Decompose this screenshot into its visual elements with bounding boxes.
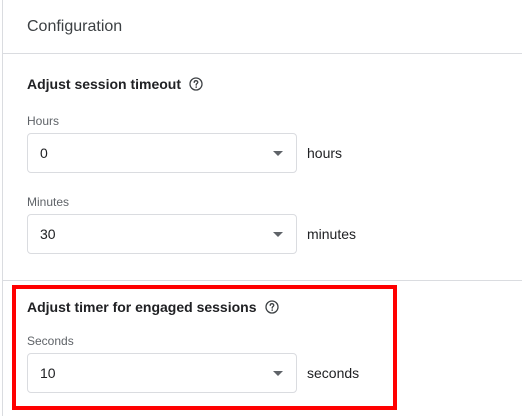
seconds-row: 10 seconds bbox=[27, 353, 522, 393]
hours-select[interactable]: 0 bbox=[27, 133, 297, 173]
engaged-timer-section: Adjust timer for engaged sessions Second… bbox=[27, 297, 522, 393]
hours-row: 0 hours bbox=[27, 133, 522, 173]
help-circle-icon[interactable] bbox=[264, 300, 279, 314]
hours-unit: hours bbox=[307, 145, 343, 161]
session-timeout-title: Adjust session timeout bbox=[27, 76, 182, 92]
minutes-label: Minutes bbox=[27, 195, 70, 209]
help-circle-icon[interactable] bbox=[189, 77, 203, 91]
hours-select-value: 0 bbox=[40, 145, 48, 161]
minutes-select-value: 30 bbox=[40, 226, 56, 242]
seconds-unit: seconds bbox=[307, 365, 360, 381]
section-divider bbox=[3, 280, 522, 281]
seconds-select[interactable]: 10 bbox=[27, 353, 297, 393]
page: Configuration Adjust session timeout Hou… bbox=[0, 0, 522, 416]
seconds-select-value: 10 bbox=[40, 365, 56, 381]
minutes-unit: minutes bbox=[307, 226, 357, 242]
hours-label: Hours bbox=[27, 114, 60, 128]
card-title: Configuration bbox=[27, 17, 123, 35]
seconds-label: Seconds bbox=[27, 334, 74, 348]
minutes-select[interactable]: 30 bbox=[27, 214, 297, 254]
card-header: Configuration bbox=[3, 0, 522, 54]
chevron-down-icon bbox=[273, 150, 283, 156]
engaged-timer-title-row: Adjust timer for engaged sessions bbox=[27, 297, 522, 317]
minutes-row: 30 minutes bbox=[27, 214, 522, 254]
engaged-timer-title: Adjust timer for engaged sessions bbox=[27, 299, 257, 315]
session-timeout-section: Adjust session timeout Hours 0 hours Min… bbox=[27, 74, 522, 254]
chevron-down-icon bbox=[273, 370, 283, 376]
configuration-card: Configuration Adjust session timeout Hou… bbox=[2, 0, 522, 416]
chevron-down-icon bbox=[273, 231, 283, 237]
session-timeout-title-row: Adjust session timeout bbox=[27, 74, 522, 94]
